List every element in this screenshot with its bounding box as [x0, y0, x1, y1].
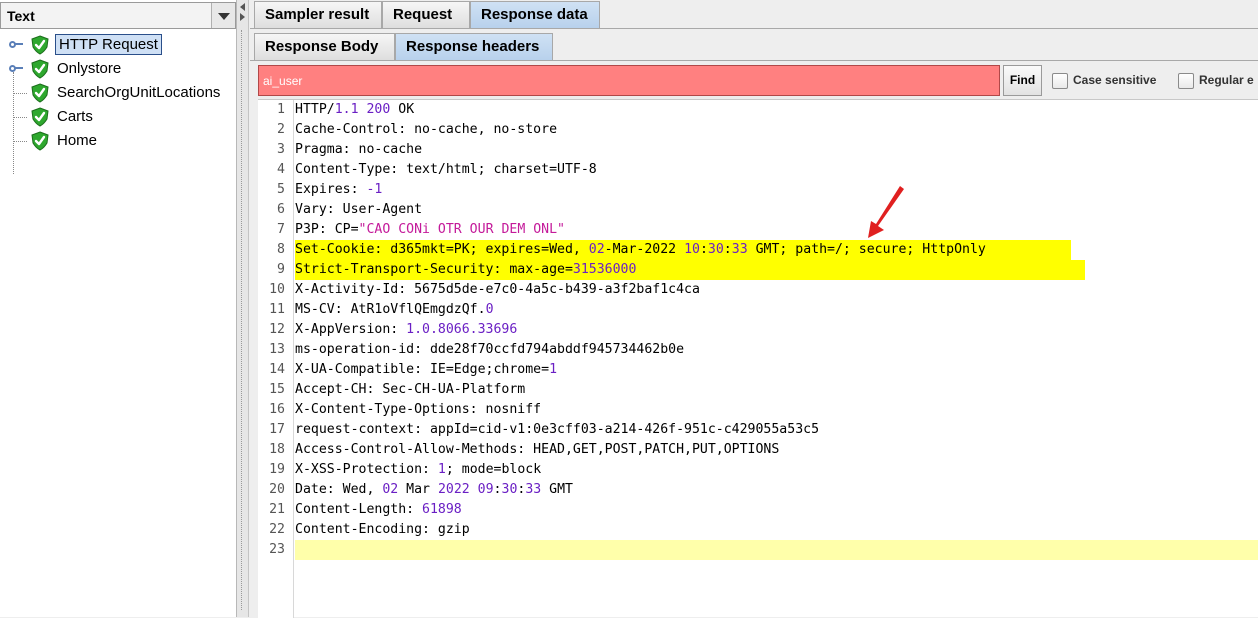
success-shield-icon	[31, 35, 49, 55]
code-line: X-XSS-Protection: 1; mode=block	[295, 462, 542, 477]
code-line: Cache-Control: no-cache, no-store	[295, 122, 558, 137]
code-line: X-AppVersion: 1.0.8066.33696	[295, 322, 518, 337]
success-shield-icon	[31, 131, 49, 151]
line-number: 4	[277, 162, 285, 177]
expand-handle-icon[interactable]	[9, 65, 23, 72]
split-pane-divider[interactable]	[237, 0, 249, 617]
tree-item[interactable]: HTTP Request	[0, 34, 236, 56]
code-line: HTTP/1.1 200 OK	[295, 102, 415, 117]
tab-response-body[interactable]: Response Body	[254, 33, 395, 60]
subtab-underline	[250, 60, 1258, 61]
tab-sampler-result[interactable]: Sampler result	[254, 1, 382, 28]
success-shield-icon	[31, 83, 49, 103]
code-line: request-context: appId=cid-v1:0e3cff03-a…	[295, 422, 820, 437]
line-number: 17	[269, 422, 285, 437]
case-sensitive-checkbox[interactable]	[1052, 73, 1068, 89]
code-line: Access-Control-Allow-Methods: HEAD,GET,P…	[295, 442, 780, 457]
renderer-select[interactable]: Text	[0, 2, 236, 29]
line-number: 16	[269, 402, 285, 417]
line-number: 21	[269, 502, 285, 517]
tab-response-data[interactable]: Response data	[470, 1, 600, 28]
red-arrow-icon	[868, 186, 904, 238]
regex-label: Regular e	[1199, 73, 1254, 87]
line-number: 11	[269, 302, 285, 317]
tab-request[interactable]: Request	[382, 1, 470, 28]
tree-item-label: HTTP Request	[55, 34, 162, 55]
line-number-gutter: 1 2 3 4 5 6 7 8 9 10 11 12 13 14 15 16 17 18 19 20 21 22 23	[258, 100, 294, 618]
code-line: Set-Cookie: d365mkt=PK; expires=Wed, 02-…	[295, 242, 986, 257]
line-number: 9	[277, 262, 285, 277]
code-area[interactable]: HTTP/1.1 200 OK Cache-Control: no-cache, …	[295, 100, 1258, 618]
code-line: MS-CV: AtR1oVflQEmgdzQf.0	[295, 302, 494, 317]
tree-item[interactable]: Onlystore	[0, 58, 236, 80]
tree-item-label: SearchOrgUnitLocations	[57, 84, 221, 101]
tree-connector	[13, 93, 27, 94]
line-number: 8	[277, 242, 285, 257]
collapse-right-icon[interactable]	[240, 13, 245, 21]
line-number: 22	[269, 522, 285, 537]
tab-response-headers[interactable]: Response headers	[395, 33, 553, 60]
line-number: 13	[269, 342, 285, 357]
tree-item[interactable]: Home	[0, 130, 236, 152]
line-number: 18	[269, 442, 285, 457]
result-tree-panel: Text HTTP Request Onlystore SearchOrgUnitL…	[0, 0, 237, 617]
case-sensitive-label: Case sensitive	[1073, 73, 1157, 87]
line-number: 3	[277, 142, 285, 157]
line-number: 7	[277, 222, 285, 237]
find-button[interactable]: Find	[1003, 65, 1042, 96]
tree-item[interactable]: Carts	[0, 106, 236, 128]
line-number: 23	[269, 542, 285, 557]
code-line: ms-operation-id: dde28f70ccfd794abddf945…	[295, 342, 685, 357]
result-detail-panel: Sampler result Request Response data Res…	[250, 0, 1258, 618]
tree-connector	[13, 117, 27, 118]
code-line: Content-Type: text/html; charset=UTF-8	[295, 162, 597, 177]
response-headers-editor[interactable]: 1 2 3 4 5 6 7 8 9 10 11 12 13 14 15 16 17 18 19 20 21 22 23 HT…	[258, 99, 1258, 618]
success-shield-icon	[31, 107, 49, 127]
current-line-bg	[295, 540, 1258, 560]
renderer-select-value: Text	[7, 8, 35, 24]
tree-item[interactable]: SearchOrgUnitLocations	[0, 82, 236, 104]
code-line: Pragma: no-cache	[295, 142, 423, 157]
success-shield-icon	[31, 59, 49, 79]
line-number: 20	[269, 482, 285, 497]
code-line: X-UA-Compatible: IE=Edge;chrome=1	[295, 362, 558, 377]
code-line: Date: Wed, 02 Mar 2022 09:30:33 GMT	[295, 482, 573, 497]
code-line: X-Content-Type-Options: nosniff	[295, 402, 542, 417]
collapse-left-icon[interactable]	[240, 3, 245, 11]
expand-handle-icon[interactable]	[9, 41, 23, 48]
chevron-down-icon[interactable]	[211, 3, 235, 28]
tree-connector	[13, 141, 27, 142]
code-line: Content-Length: 61898	[295, 502, 462, 517]
line-number: 5	[277, 182, 285, 197]
code-line: X-Activity-Id: 5675d5de-e7c0-4a5c-b439-a…	[295, 282, 700, 297]
code-line: Accept-CH: Sec-CH-UA-Platform	[295, 382, 526, 397]
tree-item-label: Home	[57, 132, 98, 149]
tree-item-label: Onlystore	[57, 60, 122, 77]
code-line: Expires: -1	[295, 182, 383, 197]
line-number: 10	[269, 282, 285, 297]
line-number: 2	[277, 122, 285, 137]
divider-grip	[241, 30, 244, 610]
code-line: Strict-Transport-Security: max-age=31536…	[295, 262, 637, 277]
code-line: P3P: CP="CAO CONi OTR OUR DEM ONL"	[295, 222, 565, 237]
search-bar: ai_user Find Case sensitive Regular e	[258, 65, 1258, 97]
line-number: 1	[277, 102, 285, 117]
search-input[interactable]: ai_user	[258, 65, 1000, 96]
line-number: 12	[269, 322, 285, 337]
line-number: 19	[269, 462, 285, 477]
code-line: Vary: User-Agent	[295, 202, 423, 217]
line-number: 15	[269, 382, 285, 397]
regex-checkbox[interactable]	[1178, 73, 1194, 89]
line-number: 6	[277, 202, 285, 217]
tab-underline	[250, 28, 1258, 29]
code-line: Content-Encoding: gzip	[295, 522, 470, 537]
tree-item-label: Carts	[57, 108, 93, 125]
line-number: 14	[269, 362, 285, 377]
